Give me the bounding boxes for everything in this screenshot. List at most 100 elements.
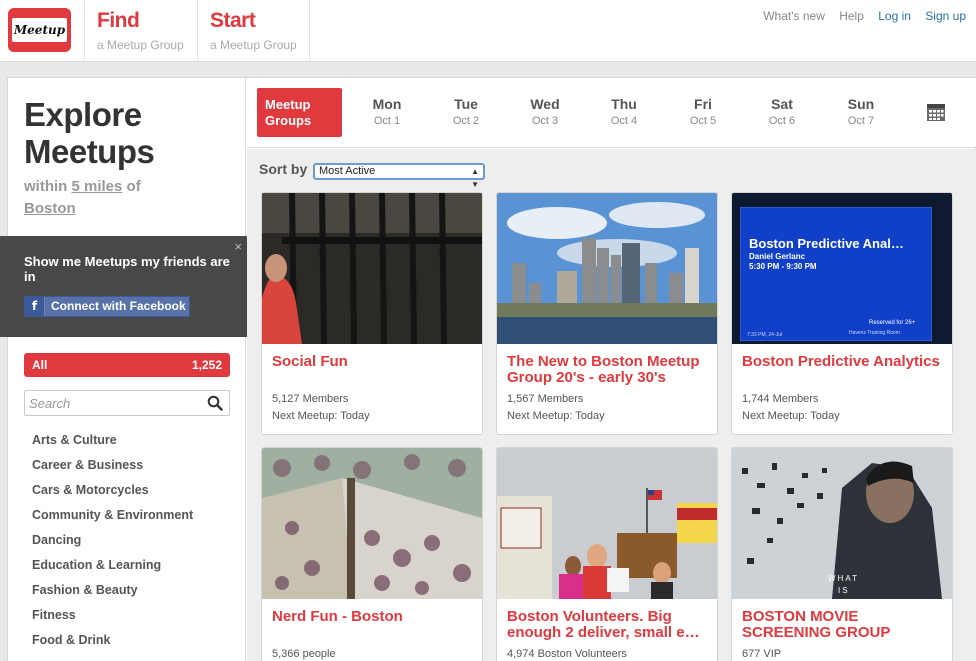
page-title-line1: Explore bbox=[24, 96, 142, 133]
sidebar: Explore Meetups within 5 miles of Boston… bbox=[0, 78, 247, 661]
meetup-groups-label-line2: Groups bbox=[265, 113, 312, 128]
signup-link[interactable]: Sign up bbox=[925, 9, 966, 23]
group-meta: 677 VIP bbox=[742, 646, 942, 661]
photo-poster-text-1: WHAT bbox=[828, 574, 859, 583]
group-photo-image bbox=[262, 193, 482, 344]
connect-facebook-label: Connect with Facebook bbox=[51, 299, 186, 313]
day-wed[interactable]: Wed Oct 3 bbox=[520, 96, 570, 127]
group-title[interactable]: The New to Boston Meetup Group 20's - ea… bbox=[507, 354, 707, 388]
group-next-meetup: Next Meetup: Today bbox=[507, 410, 605, 422]
group-photo: WHAT IS bbox=[732, 448, 952, 599]
day-date: Oct 3 bbox=[531, 115, 559, 127]
location-filter: within 5 miles of Boston bbox=[24, 176, 141, 220]
photo-time: 5:30 PM - 9:30 PM bbox=[749, 262, 817, 271]
group-card[interactable]: The New to Boston Meetup Group 20's - ea… bbox=[496, 192, 718, 435]
group-photo-image bbox=[497, 448, 717, 599]
photo-heading: Boston Predictive Anal… bbox=[749, 236, 904, 251]
group-title[interactable]: BOSTON MOVIE SCREENING GROUP bbox=[742, 609, 942, 643]
group-title[interactable]: Social Fun bbox=[272, 354, 472, 388]
category-all-count: 1,252 bbox=[191, 358, 222, 372]
group-photo bbox=[262, 448, 482, 599]
group-members: 1,567 Members bbox=[507, 393, 584, 405]
day-sun[interactable]: Sun Oct 7 bbox=[836, 96, 886, 127]
day-fri[interactable]: Fri Oct 5 bbox=[678, 96, 728, 127]
category-item[interactable]: Cars & Motorcycles bbox=[32, 482, 193, 507]
category-item[interactable]: Career & Business bbox=[32, 457, 193, 482]
calendar-icon[interactable] bbox=[926, 102, 946, 122]
group-card[interactable]: Nerd Fun - Boston 5,366 people bbox=[261, 447, 483, 661]
group-photo: Boston Predictive Anal… Daniel Gerlanc 5… bbox=[732, 193, 952, 344]
group-card[interactable]: Boston Volunteers. Big enough 2 deliver,… bbox=[496, 447, 718, 661]
top-header: Meetup Find a Meetup Group Start a Meetu… bbox=[0, 0, 976, 62]
select-arrows-icon: ▲ ▼ bbox=[471, 167, 479, 189]
find-nav[interactable]: Find a Meetup Group bbox=[84, 0, 197, 62]
day-date: Oct 1 bbox=[373, 115, 401, 127]
facebook-prompt: × Show me Meetups my friends are in f Con… bbox=[0, 236, 247, 337]
group-photo bbox=[262, 193, 482, 344]
projector-screen: Boston Predictive Anal… Daniel Gerlanc 5… bbox=[740, 207, 932, 341]
day-mon[interactable]: Mon Oct 1 bbox=[362, 96, 412, 127]
category-item[interactable]: Fitness bbox=[32, 607, 193, 632]
login-link[interactable]: Log in bbox=[878, 9, 911, 23]
facebook-icon: f bbox=[25, 297, 45, 316]
photo-note: Reserved for 26+ bbox=[869, 320, 916, 326]
group-meta: 5,127 Members Next Meetup: Today bbox=[272, 391, 472, 425]
start-nav[interactable]: Start a Meetup Group bbox=[197, 0, 310, 62]
group-next-meetup: Next Meetup: Today bbox=[742, 410, 840, 422]
group-meta: 4,974 Boston Volunteers bbox=[507, 646, 707, 661]
day-tue[interactable]: Tue Oct 2 bbox=[441, 96, 491, 127]
category-search bbox=[24, 390, 230, 416]
category-item[interactable]: Community & Environment bbox=[32, 507, 193, 532]
find-title: Find bbox=[97, 9, 140, 32]
group-next-meetup: Next Meetup: Today bbox=[272, 410, 370, 422]
meetup-logo[interactable]: Meetup bbox=[8, 8, 71, 52]
group-members: 1,744 Members bbox=[742, 393, 819, 405]
distance-link[interactable]: 5 miles bbox=[72, 178, 123, 195]
day-thu[interactable]: Thu Oct 4 bbox=[599, 96, 649, 127]
sort-select[interactable]: Most Active ▲ ▼ bbox=[313, 163, 485, 189]
category-item[interactable]: Arts & Culture bbox=[32, 432, 193, 457]
day-date: Oct 2 bbox=[452, 115, 480, 127]
whats-new-link[interactable]: What's new bbox=[763, 9, 825, 23]
page-title-line2: Meetups bbox=[24, 133, 155, 170]
search-input[interactable] bbox=[29, 392, 199, 414]
day-filter-bar: Meetup Groups Mon Oct 1 Tue Oct 2 Wed Oc… bbox=[247, 78, 976, 148]
category-item[interactable]: Fashion & Beauty bbox=[32, 582, 193, 607]
group-card[interactable]: WHAT IS BOSTON MOVIE SCREENING GROUP 677… bbox=[731, 447, 953, 661]
connect-facebook-button[interactable]: f Connect with Facebook bbox=[24, 296, 190, 317]
find-subtitle: a Meetup Group bbox=[97, 38, 184, 52]
within-prefix: within bbox=[24, 178, 68, 195]
category-list: Arts & Culture Career & Business Cars & … bbox=[32, 432, 193, 657]
category-all[interactable]: All 1,252 bbox=[24, 353, 230, 377]
group-card[interactable]: Boston Predictive Anal… Daniel Gerlanc 5… bbox=[731, 192, 953, 435]
day-sat[interactable]: Sat Oct 6 bbox=[757, 96, 807, 127]
day-date: Oct 5 bbox=[689, 115, 717, 127]
category-item[interactable]: Food & Drink bbox=[32, 632, 193, 657]
page-title: Explore Meetups bbox=[24, 96, 155, 170]
group-photo bbox=[497, 193, 717, 344]
group-title[interactable]: Boston Predictive Analytics bbox=[742, 354, 942, 388]
group-photo-image bbox=[497, 193, 717, 344]
group-title[interactable]: Nerd Fun - Boston bbox=[272, 609, 472, 643]
group-title[interactable]: Boston Volunteers. Big enough 2 deliver,… bbox=[507, 609, 707, 643]
category-item[interactable]: Education & Learning bbox=[32, 557, 193, 582]
meetup-groups-button[interactable]: Meetup Groups bbox=[257, 88, 342, 137]
search-icon[interactable] bbox=[207, 395, 223, 411]
photo-poster-text-2: IS bbox=[838, 586, 850, 595]
group-members: 4,974 Boston Volunteers bbox=[507, 648, 627, 660]
logo-text: Meetup bbox=[12, 18, 67, 42]
facebook-prompt-text: Show me Meetups my friends are in bbox=[24, 254, 230, 284]
group-photo bbox=[497, 448, 717, 599]
group-meta: 5,366 people bbox=[272, 646, 472, 661]
category-all-label: All bbox=[32, 358, 48, 372]
help-link[interactable]: Help bbox=[839, 9, 864, 23]
category-item[interactable]: Dancing bbox=[32, 532, 193, 557]
start-subtitle: a Meetup Group bbox=[210, 38, 297, 52]
location-link[interactable]: Boston bbox=[24, 200, 76, 217]
within-of: of bbox=[126, 178, 141, 195]
day-date: Oct 4 bbox=[610, 115, 638, 127]
close-icon[interactable]: × bbox=[234, 239, 242, 254]
sort-label: Sort by bbox=[259, 161, 308, 177]
group-meta: 1,567 Members Next Meetup: Today bbox=[507, 391, 707, 425]
group-card[interactable]: Social Fun 5,127 Members Next Meetup: To… bbox=[261, 192, 483, 435]
